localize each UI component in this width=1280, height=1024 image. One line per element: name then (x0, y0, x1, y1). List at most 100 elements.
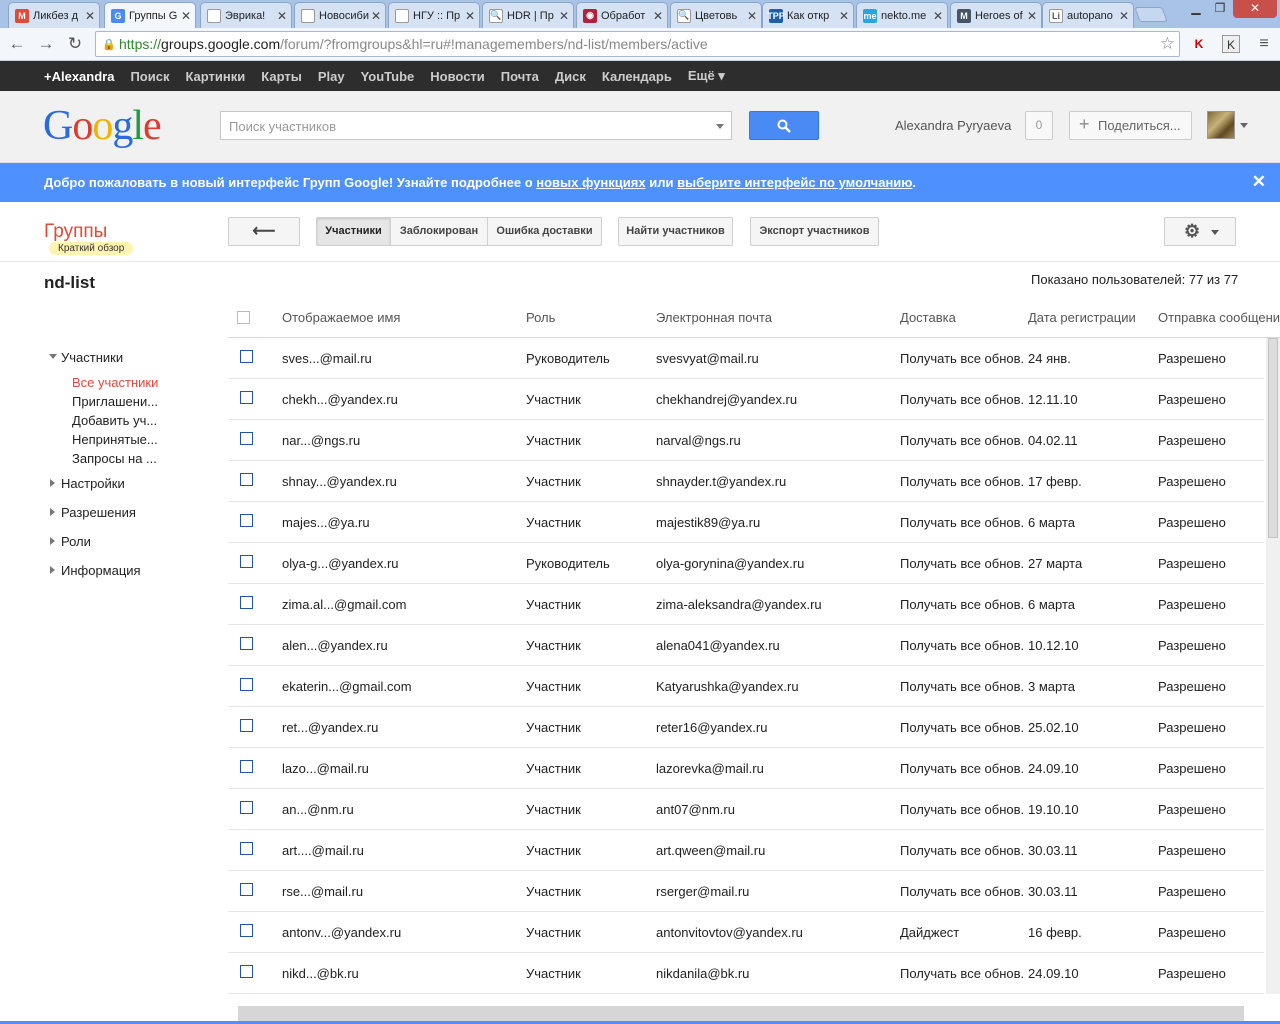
browser-tab[interactable]: Новосиби ✕ (294, 2, 386, 28)
row-checkbox[interactable] (240, 924, 253, 937)
table-row[interactable]: olya-g...@yandex.ru Руководитель olya-gory… (228, 543, 1264, 584)
nav-members[interactable]: Участники (44, 349, 224, 378)
tab-close-icon[interactable]: ✕ (1027, 9, 1037, 23)
row-checkbox[interactable] (240, 391, 253, 404)
browser-tab[interactable]: M Ликбез д ✕ (8, 2, 100, 28)
account-dropdown-icon[interactable] (1240, 123, 1248, 128)
gbar-link[interactable]: Календарь (602, 69, 672, 84)
column-join-date[interactable]: Дата регистрации (1028, 310, 1136, 325)
row-checkbox[interactable] (240, 596, 253, 609)
wrench-menu-icon[interactable]: ≡ (1255, 35, 1273, 53)
table-row[interactable]: majes...@ya.ru Участник majestik89@ya.ru По… (228, 502, 1264, 543)
row-checkbox[interactable] (240, 555, 253, 568)
restore-icon[interactable]: ❐ (1209, 0, 1231, 18)
browser-tab[interactable]: 🔍 HDR | Пр ✕ (482, 2, 574, 28)
nav-unaccepted[interactable]: Непринятые... (44, 431, 224, 450)
table-row[interactable]: nikd...@bk.ru Участник nikdanila@bk.ru Полу… (228, 953, 1264, 994)
row-checkbox[interactable] (240, 883, 253, 896)
member-search-input[interactable]: Поиск участников (220, 111, 732, 140)
tab-blocked[interactable]: Заблокирован (390, 217, 488, 246)
table-row[interactable]: sves...@mail.ru Руководитель svesvyat@mail… (228, 338, 1264, 379)
groups-title[interactable]: Группы (44, 221, 107, 243)
gbar-link[interactable]: Новости (430, 69, 485, 84)
gbar-link[interactable]: +Alexandra (44, 69, 114, 84)
browser-tab[interactable]: Li autopano ✕ (1042, 2, 1134, 28)
vertical-scroll-thumb[interactable] (1268, 338, 1278, 538)
share-button[interactable]: + Поделиться... (1069, 111, 1192, 140)
search-button[interactable] (749, 111, 819, 140)
row-checkbox[interactable] (240, 678, 253, 691)
row-checkbox[interactable] (240, 965, 253, 978)
new-features-link[interactable]: новых функциях (536, 175, 645, 190)
vertical-scrollbar[interactable] (1266, 338, 1280, 994)
google-logo[interactable]: Google (43, 103, 162, 149)
gbar-link[interactable]: Диск (555, 69, 586, 84)
table-row[interactable]: antonv...@yandex.ru Участник antonvitovtov… (228, 912, 1264, 953)
gbar-link[interactable]: Play (318, 69, 345, 84)
gbar-link[interactable]: YouTube (361, 69, 415, 84)
row-checkbox[interactable] (240, 350, 253, 363)
tab-close-icon[interactable]: ✕ (559, 9, 569, 23)
browser-tab[interactable]: G Группы G ✕ (104, 2, 196, 28)
table-row[interactable]: art....@mail.ru Участник art.qween@mail.ru… (228, 830, 1264, 871)
column-display-name[interactable]: Отображаемое имя (282, 310, 400, 325)
tab-close-icon[interactable]: ✕ (181, 9, 191, 23)
tab-close-icon[interactable]: ✕ (465, 9, 475, 23)
tab-members[interactable]: Участники (316, 217, 391, 246)
choose-default-link[interactable]: выберите интерфейс по умолчанию (677, 175, 912, 190)
nav-settings[interactable]: Настройки (44, 475, 224, 504)
select-all-checkbox[interactable] (237, 311, 250, 324)
browser-tab[interactable]: 🔍 Цветовь ✕ (670, 2, 762, 28)
browser-tab[interactable]: НГУ :: Пр ✕ (388, 2, 480, 28)
table-row[interactable]: rse...@mail.ru Участник rserger@mail.ru Пол… (228, 871, 1264, 912)
forward-arrow-icon[interactable]: → (35, 33, 57, 55)
new-tab-button[interactable] (1134, 7, 1168, 22)
back-button[interactable]: ⟵ (228, 217, 300, 246)
extension-icon[interactable]: K (1222, 35, 1240, 53)
close-icon[interactable]: ✕ (1252, 172, 1266, 192)
column-posting[interactable]: Отправка сообщени (1158, 310, 1280, 325)
browser-tab[interactable]: M Heroes of ✕ (950, 2, 1042, 28)
avatar[interactable] (1207, 111, 1235, 139)
table-row[interactable]: shnay...@yandex.ru Участник shnayder.t@yan… (228, 461, 1264, 502)
gbar-link[interactable]: Почта (501, 69, 539, 84)
tab-close-icon[interactable]: ✕ (933, 9, 943, 23)
column-email[interactable]: Электронная почта (656, 310, 772, 325)
nav-info[interactable]: Информация (44, 562, 224, 591)
notification-count[interactable]: 0 (1025, 111, 1053, 140)
gbar-link[interactable]: Поиск (130, 69, 169, 84)
table-row[interactable]: chekh...@yandex.ru Участник chekhandrej@ya… (228, 379, 1264, 420)
table-row[interactable]: alen...@yandex.ru Участник alena041@yandex… (228, 625, 1264, 666)
nav-roles[interactable]: Роли (44, 533, 224, 562)
find-members-button[interactable]: Найти участников (618, 217, 733, 246)
table-row[interactable]: nar...@ngs.ru Участник narval@ngs.ru Получа… (228, 420, 1264, 461)
nav-permissions[interactable]: Разрешения (44, 504, 224, 533)
tab-close-icon[interactable]: ✕ (85, 9, 95, 23)
row-checkbox[interactable] (240, 432, 253, 445)
tab-close-icon[interactable]: ✕ (653, 9, 663, 23)
tab-close-icon[interactable]: ✕ (747, 9, 757, 23)
row-checkbox[interactable] (240, 514, 253, 527)
browser-tab[interactable]: ◉ Обработ ✕ (576, 2, 668, 28)
table-row[interactable]: ekaterin...@gmail.com Участник Katyarushka… (228, 666, 1264, 707)
row-checkbox[interactable] (240, 719, 253, 732)
gbar-link[interactable]: Ещё ▾ (688, 68, 725, 84)
row-checkbox[interactable] (240, 760, 253, 773)
address-bar[interactable]: 🔒 https://groups.google.com/forum/?fromg… (95, 31, 1180, 57)
table-row[interactable]: zima.al...@gmail.com Участник zima-aleksan… (228, 584, 1264, 625)
table-row[interactable]: ret...@yandex.ru Участник reter16@yandex.r… (228, 707, 1264, 748)
export-members-button[interactable]: Экспорт участников (750, 217, 879, 246)
row-checkbox[interactable] (240, 637, 253, 650)
search-dropdown-icon[interactable] (716, 124, 724, 129)
table-row[interactable]: an...@nm.ru Участник ant07@nm.ru Получать в… (228, 789, 1264, 830)
row-checkbox[interactable] (240, 473, 253, 486)
gbar-link[interactable]: Карты (261, 69, 302, 84)
overview-badge[interactable]: Краткий обзор (49, 242, 134, 255)
table-row[interactable]: lazo...@mail.ru Участник lazorevka@mail.ru… (228, 748, 1264, 789)
browser-tab[interactable]: TPP Как откр ✕ (762, 2, 854, 28)
minimize-icon[interactable]: ▁ (1185, 0, 1207, 18)
browser-tab[interactable]: Эврика! ✕ (200, 2, 292, 28)
gbar-link[interactable]: Картинки (185, 69, 245, 84)
tab-delivery-errors[interactable]: Ошибка доставки (487, 217, 602, 246)
row-checkbox[interactable] (240, 842, 253, 855)
